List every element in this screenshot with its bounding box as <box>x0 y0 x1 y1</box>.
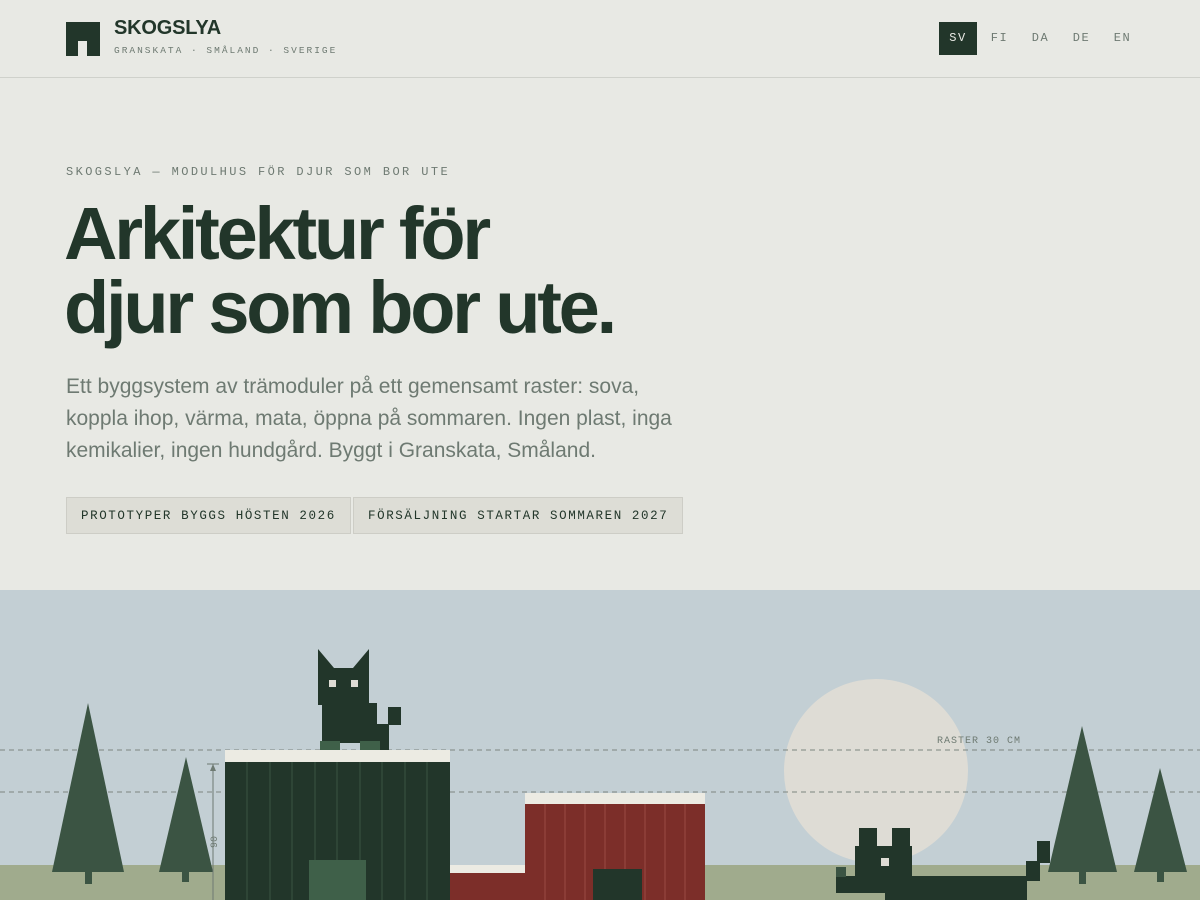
hero-lead: Ett byggsystem av trämoduler på ett geme… <box>66 375 672 462</box>
badge-sales: FÖRSÄLJNING STARTAR SOMMAREN 2027 <box>353 497 684 534</box>
lang-en-button[interactable]: EN <box>1102 22 1143 55</box>
dimension-label: 90 <box>210 836 221 848</box>
hero-eyebrow: SKOGSLYA — MODULHUS FÖR DJUR SOM BOR UTE <box>66 165 451 179</box>
connector-module <box>450 865 526 900</box>
headline-line-1: Arkitektur för <box>64 192 491 275</box>
brand-tagline: GRANSKATA · SMÅLAND · SVERIGE <box>114 45 338 56</box>
dog-icon <box>836 828 1050 900</box>
green-module-door <box>309 860 366 900</box>
tree-right-small <box>1134 768 1187 882</box>
raster-label: RASTER 30 CM <box>937 736 1022 747</box>
language-switcher: SV FI DA DE EN <box>939 22 1143 55</box>
brand-name[interactable]: SKOGSLYA <box>114 17 221 40</box>
headline-line-2: djur som bor ute. <box>64 266 617 349</box>
lang-sv-button[interactable]: SV <box>939 22 977 55</box>
logo-icon[interactable] <box>66 22 100 56</box>
red-module-door <box>593 869 642 900</box>
lang-de-button[interactable]: DE <box>1061 22 1102 55</box>
hero-headline: Arkitektur för djur som bor ute. <box>64 197 617 345</box>
lang-fi-button[interactable]: FI <box>979 22 1020 55</box>
hero-illustration: 90 RASTER 30 CM <box>0 590 1200 900</box>
badge-prototypes: PROTOTYPER BYGGS HÖSTEN 2026 <box>66 497 351 534</box>
green-module-house <box>225 750 450 900</box>
tree-left-large <box>52 703 124 884</box>
red-module-house <box>525 793 705 900</box>
tree-left-small <box>159 757 213 882</box>
lang-da-button[interactable]: DA <box>1020 22 1061 55</box>
logo-door-shape <box>78 41 87 56</box>
site-header: SKOGSLYA GRANSKATA · SMÅLAND · SVERIGE S… <box>0 0 1200 78</box>
tree-right-large <box>1048 726 1117 884</box>
cat-icon <box>318 649 401 750</box>
